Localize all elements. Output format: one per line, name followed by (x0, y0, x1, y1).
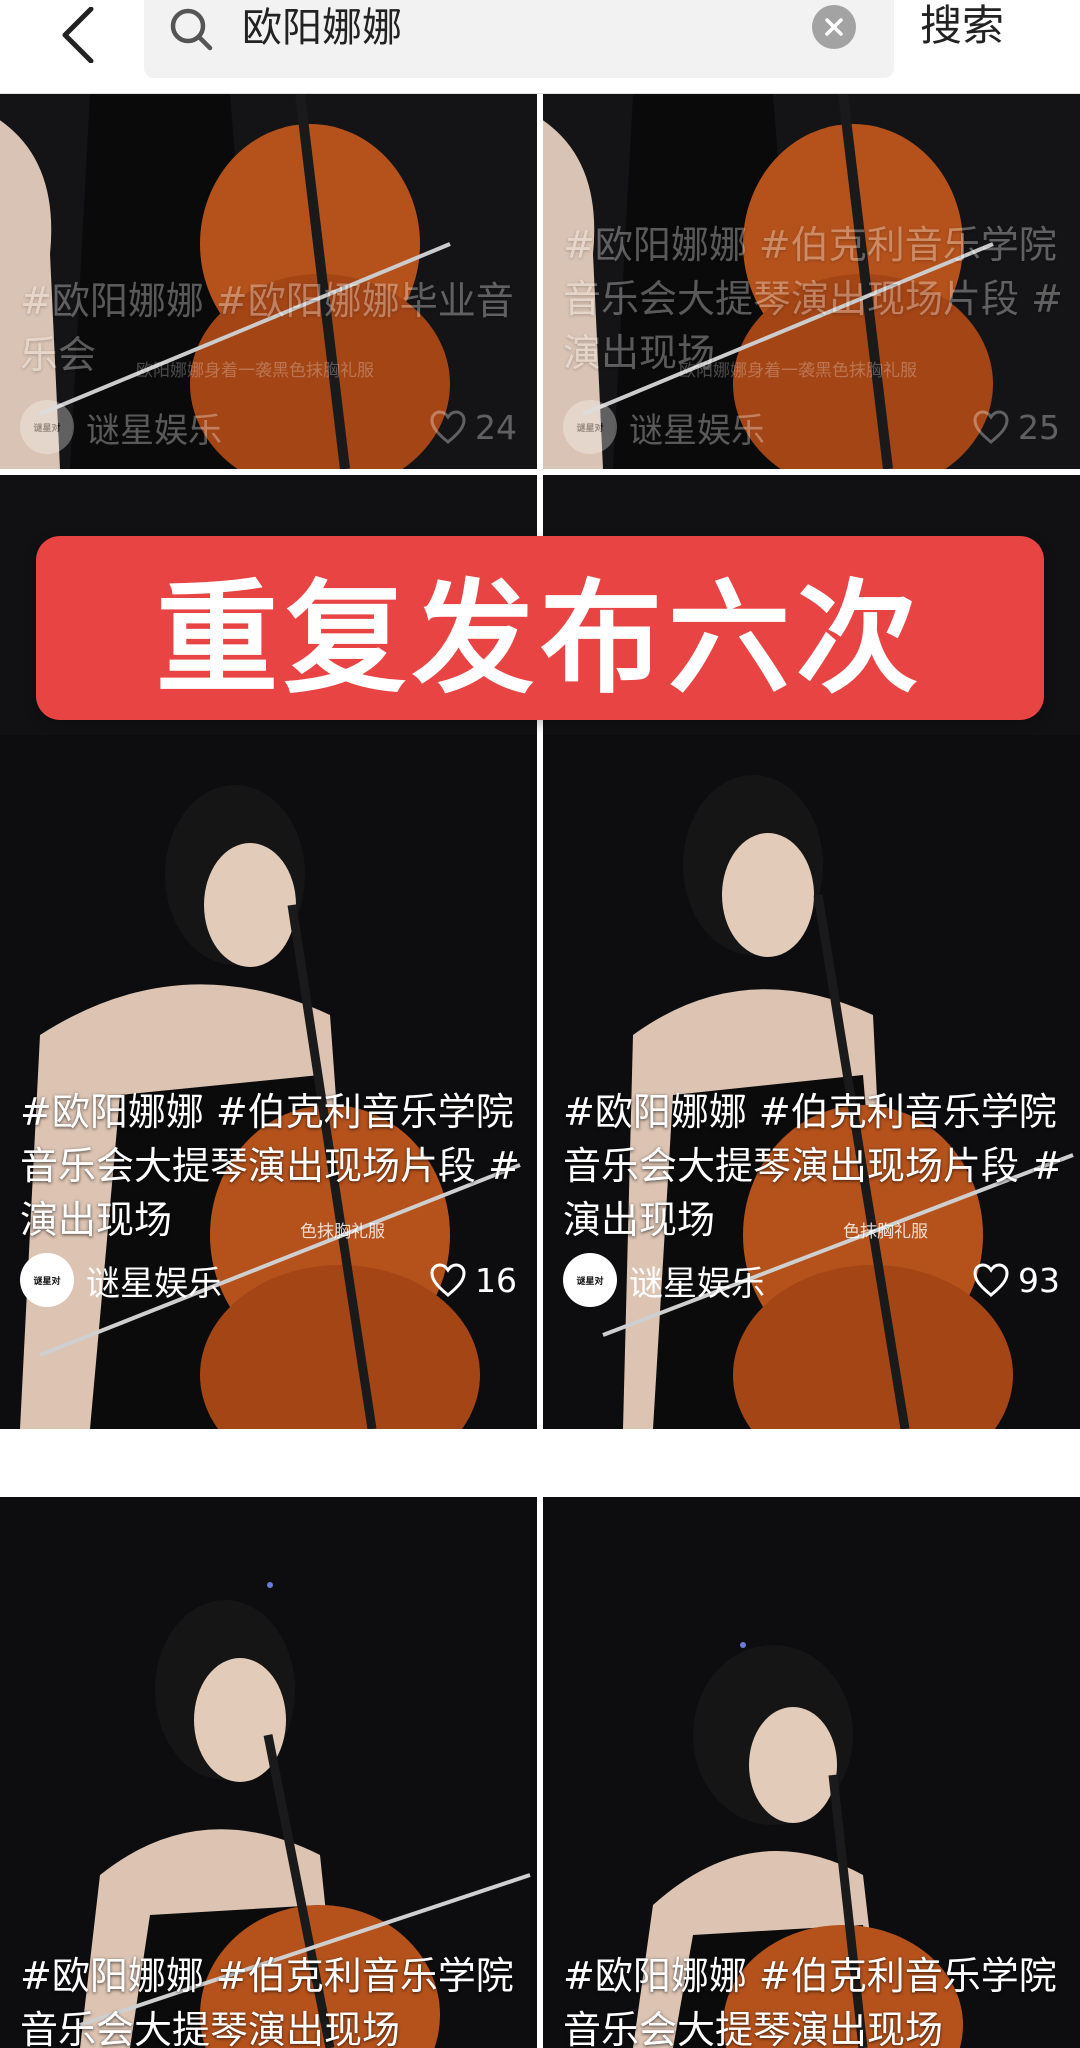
heart-icon (973, 410, 1009, 444)
clear-search-button[interactable] (812, 5, 856, 49)
search-button[interactable]: 搜索 (920, 0, 1004, 56)
avatar: 谜星对 (563, 400, 617, 454)
back-button[interactable] (44, 0, 114, 70)
close-icon (825, 18, 843, 36)
search-input[interactable]: 欧阳娜娜 (144, 0, 894, 78)
heart-icon (973, 1263, 1009, 1297)
like-button[interactable]: 24 (429, 400, 517, 454)
search-query: 欧阳娜娜 (242, 5, 402, 51)
search-icon (170, 8, 213, 51)
video-caption: #欧阳娜娜 #伯克利音乐学院 音乐会大提琴演出现场 (563, 1954, 1057, 2048)
like-count: 25 (1018, 407, 1060, 447)
author-name: 谜星娱乐 (629, 1263, 765, 1304)
avatar: 谜星对 (20, 1253, 74, 1307)
video-subtitle: 欧阳娜娜身着一袭黑色抹胸礼服 (679, 361, 917, 381)
author-info[interactable]: 谜星对 谜星娱乐 (20, 1253, 222, 1307)
video-subtitle: 色抹胸礼服 (843, 1222, 928, 1242)
video-card[interactable]: #欧阳娜娜 #伯克利音乐学院 音乐会大提琴演出现场 (0, 1435, 537, 2048)
like-button[interactable]: 16 (429, 1253, 517, 1307)
author-name: 谜星娱乐 (86, 410, 222, 451)
search-header: 欧阳娜娜 搜索 (0, 0, 1080, 94)
author-name: 谜星娱乐 (86, 1263, 222, 1304)
like-count: 24 (475, 407, 517, 447)
like-button[interactable]: 93 (972, 1253, 1060, 1307)
video-caption: #欧阳娜娜 #伯克利音乐学院 音乐会大提琴演出现场 (20, 1954, 514, 2048)
like-button[interactable]: 25 (972, 400, 1060, 454)
overlay-banner: 重复发布六次 (36, 536, 1044, 720)
video-card[interactable]: #欧阳娜娜 #伯克利音乐学院 音乐会大提琴演出现场片段 #演出现场 欧阳娜娜身着… (543, 94, 1080, 469)
heart-icon (430, 1263, 466, 1297)
chevron-left-icon (62, 7, 94, 63)
avatar: 谜星对 (563, 1253, 617, 1307)
heart-icon (430, 410, 466, 444)
author-info[interactable]: 谜星对 谜星娱乐 (563, 1253, 765, 1307)
avatar: 谜星对 (20, 400, 74, 454)
like-count: 16 (475, 1260, 517, 1300)
author-info[interactable]: 谜星对 谜星娱乐 (563, 400, 765, 454)
video-card[interactable]: #欧阳娜娜 #伯克利音乐学院 音乐会大提琴演出现场 (543, 1435, 1080, 2048)
result-grid: #欧阳娜娜 #欧阳娜娜毕业音乐会 欧阳娜娜身着一袭黑色抹胸礼服 谜星对 谜星娱乐… (0, 94, 1080, 2048)
video-card[interactable]: #欧阳娜娜 #欧阳娜娜毕业音乐会 欧阳娜娜身着一袭黑色抹胸礼服 谜星对 谜星娱乐… (0, 94, 537, 469)
video-subtitle: 色抹胸礼服 (300, 1222, 385, 1242)
author-info[interactable]: 谜星对 谜星娱乐 (20, 400, 222, 454)
video-subtitle: 欧阳娜娜身着一袭黑色抹胸礼服 (136, 361, 374, 381)
author-name: 谜星娱乐 (629, 410, 765, 451)
like-count: 93 (1018, 1260, 1060, 1300)
